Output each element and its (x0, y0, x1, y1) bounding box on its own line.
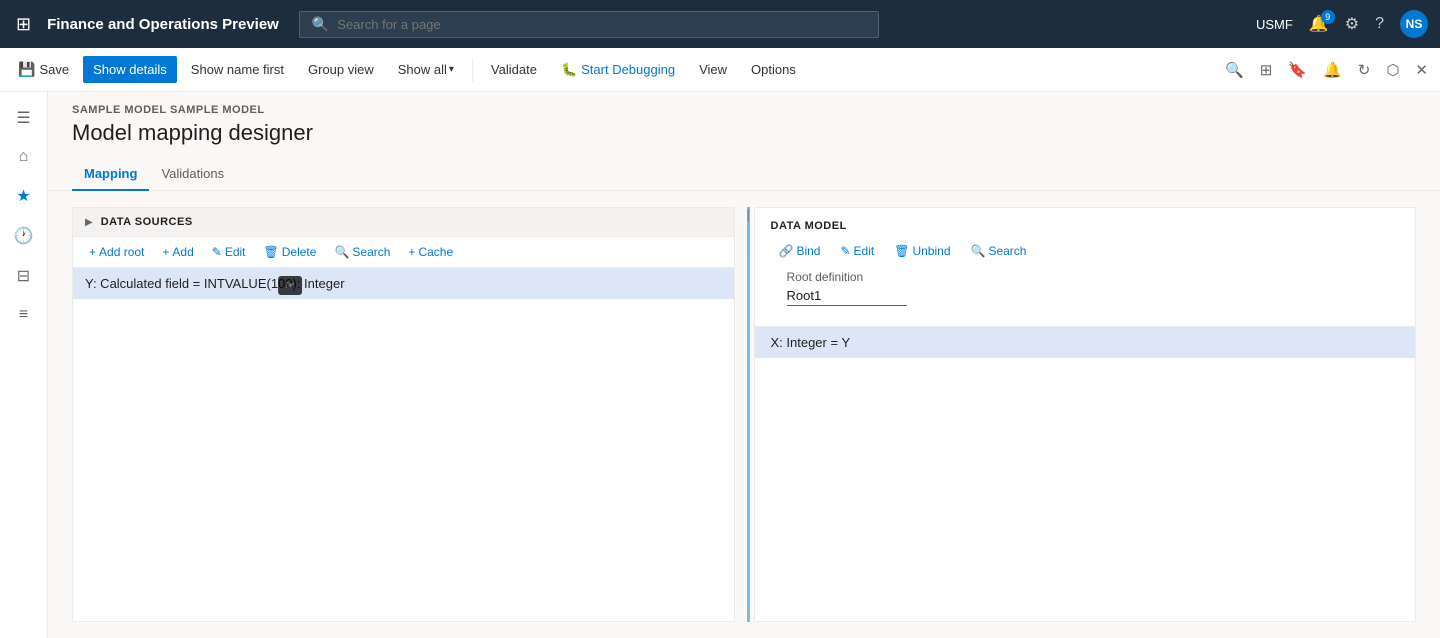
action-toolbar: 💾 Save Show details Show name first Grou… (0, 48, 1440, 92)
view-button[interactable]: View (689, 56, 737, 83)
show-details-button[interactable]: Show details (83, 56, 177, 83)
dm-search-icon: 🔍 (971, 244, 986, 258)
notification-bell-icon[interactable]: 🔔 9 (1309, 14, 1329, 34)
home-icon[interactable]: ⌂ (11, 140, 37, 174)
validate-button[interactable]: Validate (481, 56, 547, 83)
dm-search-button[interactable]: 🔍 Search (963, 240, 1035, 262)
company-label: USMF (1256, 17, 1293, 32)
ds-add-plus-icon: + (162, 245, 169, 259)
search-input[interactable] (337, 17, 866, 32)
top-right-actions: USMF 🔔 9 ⚙ ? NS (1256, 10, 1428, 38)
root-definition-section: Root definition Root1 (771, 270, 1400, 318)
dm-unbind-trash-icon: 🗑 (894, 244, 909, 258)
add-root-button[interactable]: + Add root (81, 241, 152, 263)
open-new-icon[interactable]: ⬡ (1382, 57, 1403, 83)
debug-icon: 🐛 (561, 62, 577, 78)
help-icon[interactable]: ? (1375, 15, 1384, 33)
list-item[interactable]: X: Integer = Y (755, 327, 1416, 358)
top-navigation: ⊞ Finance and Operations Preview 🔍 USMF … (0, 0, 1440, 48)
add-root-plus-icon: + (89, 245, 96, 259)
data-sources-list: Y: Calculated field = INTVALUE(100): Int… (73, 268, 734, 621)
data-model-header: DATA MODEL 🔗 Bind ✎ Edit 🗑 Unbind (755, 208, 1416, 327)
dm-edit-button[interactable]: ✎ Edit (832, 240, 882, 262)
start-debugging-button[interactable]: 🐛 Start Debugging (551, 56, 685, 84)
save-button[interactable]: 💾 Save (8, 55, 79, 84)
grid-icon[interactable]: ⊞ (12, 10, 35, 39)
panel-resize-divider[interactable]: | (747, 207, 750, 622)
toolbar-right-icons: 🔍 ⊞ 🔖 🔔 ↻ ⬡ ✕ (1221, 57, 1432, 83)
left-navigation: ☰ ⌂ ★ 🕐 ⊟ ≡ (0, 92, 48, 638)
close-icon[interactable]: ✕ (1411, 57, 1432, 83)
dm-bind-icon: 🔗 (779, 244, 794, 258)
ds-delete-trash-icon: 🗑 (264, 245, 279, 259)
search-icon: 🔍 (312, 16, 329, 33)
workspaces-icon[interactable]: ⊟ (9, 258, 38, 294)
breadcrumb: SAMPLE MODEL SAMPLE MODEL (48, 92, 1440, 116)
notification-badge: 9 (1321, 10, 1335, 24)
show-all-button[interactable]: Show all ▾ (388, 56, 464, 83)
data-sources-panel: ▶ DATA SOURCES + Add root + Add ✎ Edit (72, 207, 735, 622)
user-avatar[interactable]: NS (1400, 10, 1428, 38)
show-name-first-button[interactable]: Show name first (181, 56, 294, 83)
bookmark-icon[interactable]: 🔖 (1284, 57, 1311, 83)
ds-delete-button[interactable]: 🗑 Delete ☞ (256, 241, 325, 263)
data-sources-toolbar: + Add root + Add ✎ Edit 🗑 Delete ☞ (73, 237, 734, 268)
search-toolbar-icon[interactable]: 🔍 (1221, 57, 1248, 83)
group-view-button[interactable]: Group view (298, 56, 384, 83)
root-definition-value: Root1 (787, 288, 907, 306)
expand-icon[interactable]: ▶ (85, 217, 93, 228)
main-content: SAMPLE MODEL SAMPLE MODEL Model mapping … (48, 92, 1440, 638)
personalize-icon[interactable]: ⊞ (1256, 57, 1277, 83)
root-definition-label: Root definition (787, 270, 1384, 284)
recent-icon[interactable]: 🕐 (6, 218, 42, 254)
notification-icon2[interactable]: 🔔 (1319, 57, 1346, 83)
toolbar-separator (472, 58, 473, 82)
options-button[interactable]: Options (741, 56, 806, 83)
page-title: Model mapping designer (48, 116, 1440, 158)
refresh-icon[interactable]: ↻ (1354, 57, 1375, 83)
dm-bind-button[interactable]: 🔗 Bind (771, 240, 829, 262)
ds-cache-button[interactable]: + Cache (400, 241, 461, 263)
data-model-toolbar: 🔗 Bind ✎ Edit 🗑 Unbind 🔍 (771, 240, 1400, 262)
page-layout: ☰ ⌂ ★ 🕐 ⊟ ≡ SAMPLE MODEL SAMPLE MODEL Mo… (0, 92, 1440, 638)
data-sources-title: DATA SOURCES (101, 216, 193, 228)
ds-search-button[interactable]: 🔍 Search (326, 241, 398, 263)
data-model-panel: DATA MODEL 🔗 Bind ✎ Edit 🗑 Unbind (754, 207, 1417, 622)
data-model-list: X: Integer = Y (755, 327, 1416, 621)
tab-bar: Mapping Validations (48, 158, 1440, 191)
ds-add-button[interactable]: + Add (154, 241, 201, 263)
chevron-down-icon: ▾ (449, 64, 454, 75)
global-search-bar[interactable]: 🔍 (299, 11, 879, 38)
dm-unbind-button[interactable]: 🗑 Unbind (886, 240, 958, 262)
tab-validations[interactable]: Validations (149, 158, 236, 191)
modules-icon[interactable]: ≡ (11, 298, 36, 332)
tab-mapping[interactable]: Mapping (72, 158, 149, 191)
ds-search-icon: 🔍 (334, 245, 349, 259)
ds-edit-button[interactable]: ✎ Edit (204, 241, 254, 263)
data-model-title: DATA MODEL (771, 220, 1400, 232)
ds-edit-pencil-icon: ✎ (212, 245, 222, 259)
ds-cache-plus-icon: + (408, 245, 415, 259)
data-sources-header: ▶ DATA SOURCES (73, 208, 734, 237)
dm-edit-pencil-icon: ✎ (840, 244, 850, 258)
settings-icon[interactable]: ⚙ (1345, 14, 1359, 34)
list-item[interactable]: Y: Calculated field = INTVALUE(100): Int… (73, 268, 734, 299)
hamburger-menu-icon[interactable]: ☰ (8, 100, 38, 136)
app-title: Finance and Operations Preview (47, 16, 279, 33)
save-icon: 💾 (18, 61, 35, 78)
designer-area: ▶ DATA SOURCES + Add root + Add ✎ Edit (48, 191, 1440, 638)
favorites-icon[interactable]: ★ (8, 178, 38, 214)
